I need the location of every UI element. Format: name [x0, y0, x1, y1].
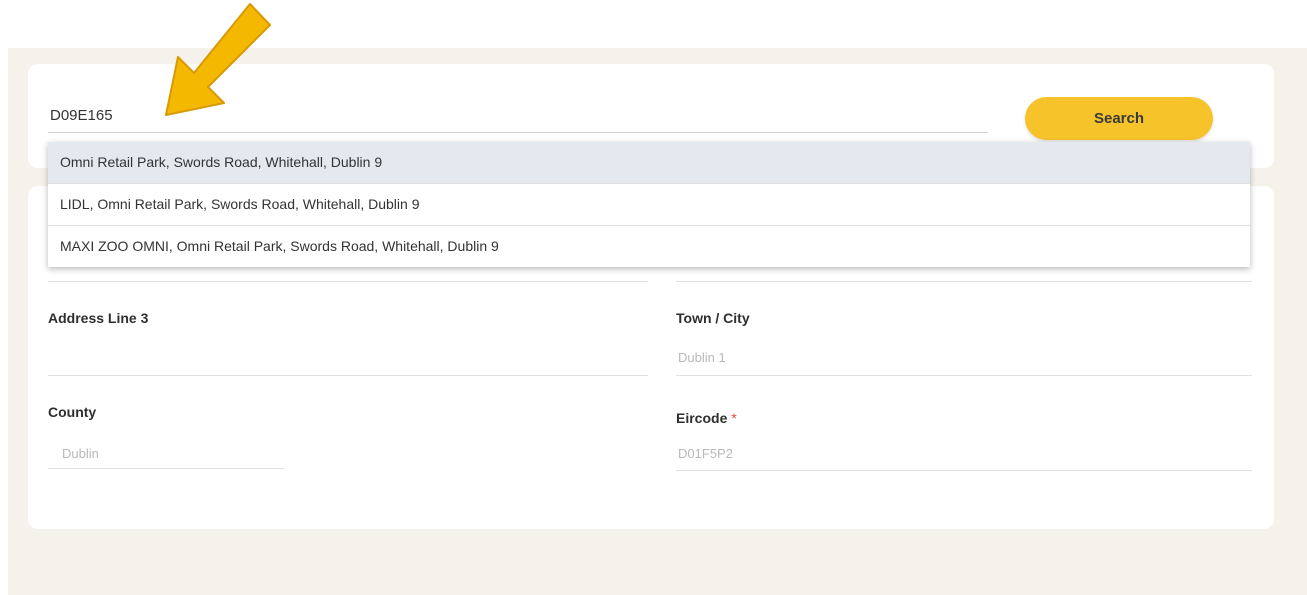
eircode-label: Eircode *	[676, 410, 737, 426]
town-city-input[interactable]: Dublin 1	[678, 350, 726, 365]
address-line-3-underline	[48, 375, 648, 376]
address-line-2-underline	[48, 281, 648, 282]
suggestions-dropdown: Omni Retail Park, Swords Road, Whitehall…	[48, 142, 1250, 267]
arrow-down-left-icon	[165, 3, 271, 116]
eircode-label-text: Eircode	[676, 410, 728, 426]
search-button[interactable]: Search	[1025, 97, 1213, 140]
town-city-underline	[676, 375, 1252, 376]
address-line-underline-right	[676, 281, 1252, 282]
suggestion-item[interactable]: LIDL, Omni Retail Park, Swords Road, Whi…	[48, 184, 1250, 226]
address-line-3-label: Address Line 3	[48, 310, 149, 326]
county-label: County	[48, 404, 97, 420]
eircode-input[interactable]: D01F5P2	[678, 446, 733, 461]
county-underline	[48, 468, 284, 469]
county-input[interactable]: Dublin	[62, 446, 99, 461]
town-city-label: Town / City	[676, 310, 750, 326]
suggestion-item[interactable]: MAXI ZOO OMNI, Omni Retail Park, Swords …	[48, 226, 1250, 267]
suggestion-item[interactable]: Omni Retail Park, Swords Road, Whitehall…	[48, 142, 1250, 184]
required-mark: *	[731, 410, 737, 426]
eircode-underline	[676, 470, 1252, 471]
